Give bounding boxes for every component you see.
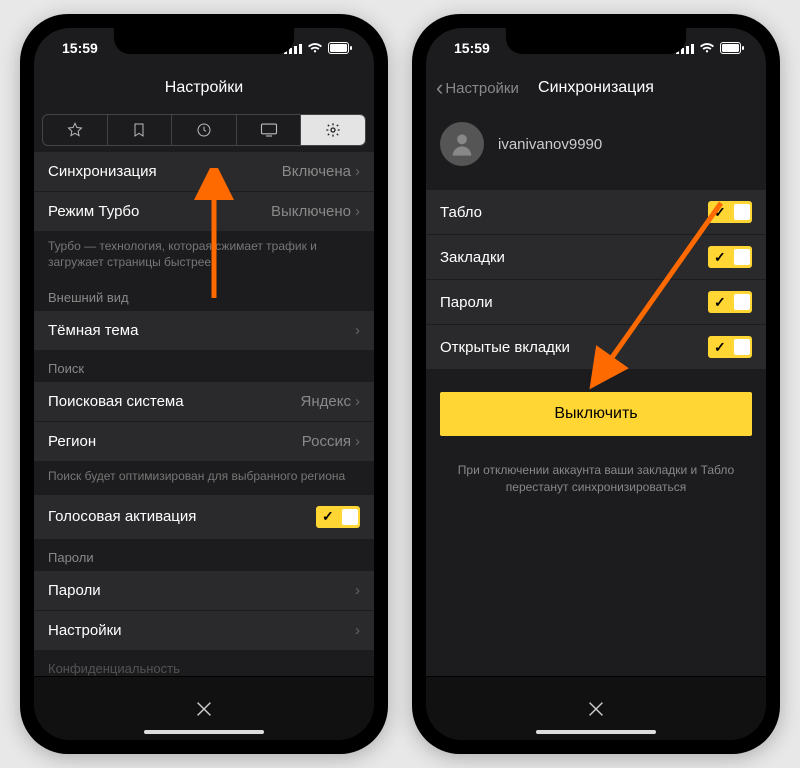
row-dark-theme[interactable]: Тёмная тема › — [34, 311, 374, 351]
row-label: Пароли — [440, 294, 493, 311]
close-icon[interactable] — [585, 698, 607, 720]
voice-toggle[interactable]: ✓ — [316, 506, 360, 528]
row-value: Включена — [282, 163, 351, 180]
row-label: Синхронизация — [48, 163, 157, 180]
chevron-right-icon: › — [355, 322, 360, 339]
row-voice-activation[interactable]: Голосовая активация ✓ — [34, 495, 374, 540]
toggle-bookmarks[interactable]: ✓ — [708, 246, 752, 268]
account-row[interactable]: ivanivanov9990 — [426, 108, 766, 184]
row-label: Регион — [48, 433, 96, 450]
username: ivanivanov9990 — [498, 136, 602, 153]
check-icon: ✓ — [714, 249, 726, 266]
row-label: Табло — [440, 204, 482, 221]
row-tablo[interactable]: Табло ✓ — [426, 190, 766, 235]
chevron-left-icon: ‹ — [436, 75, 443, 101]
row-region[interactable]: Регион Россия› — [34, 422, 374, 462]
bookmark-icon — [131, 122, 147, 138]
row-bookmarks[interactable]: Закладки ✓ — [426, 235, 766, 280]
check-icon: ✓ — [714, 294, 726, 311]
row-settings[interactable]: Настройки › — [34, 611, 374, 651]
navbar: Настройки — [34, 68, 374, 108]
battery-icon — [328, 42, 352, 54]
region-note: Поиск будет оптимизирован для выбранного… — [34, 462, 374, 494]
star-icon — [67, 122, 83, 138]
monitor-icon — [260, 122, 278, 138]
back-label: Настройки — [445, 80, 519, 97]
toggle-open-tabs[interactable]: ✓ — [708, 336, 752, 358]
segmented-control — [42, 114, 366, 146]
check-icon: ✓ — [322, 508, 334, 525]
wifi-icon — [699, 42, 715, 54]
check-icon: ✓ — [714, 204, 726, 221]
section-appearance: Внешний вид — [34, 280, 374, 311]
row-label: Пароли — [48, 582, 101, 599]
section-passwords: Пароли — [34, 540, 374, 571]
chevron-right-icon: › — [355, 622, 360, 639]
row-open-tabs[interactable]: Открытые вкладки ✓ — [426, 325, 766, 370]
row-sync[interactable]: Синхронизация Включена› — [34, 152, 374, 192]
row-label: Режим Турбо — [48, 203, 139, 220]
close-icon[interactable] — [193, 698, 215, 720]
row-passwords[interactable]: Пароли ✓ — [426, 280, 766, 325]
section-search: Поиск — [34, 351, 374, 382]
chevron-right-icon: › — [355, 582, 360, 599]
row-search-engine[interactable]: Поисковая система Яндекс› — [34, 382, 374, 422]
row-value: Россия — [302, 433, 351, 450]
back-button[interactable]: ‹ Настройки — [436, 75, 519, 101]
check-icon: ✓ — [714, 339, 726, 356]
home-indicator — [144, 730, 264, 734]
avatar — [440, 122, 484, 166]
gear-icon — [325, 122, 341, 138]
row-label: Закладки — [440, 249, 505, 266]
row-passwords[interactable]: Пароли › — [34, 571, 374, 611]
toggle-passwords[interactable]: ✓ — [708, 291, 752, 313]
row-turbo[interactable]: Режим Турбо Выключено› — [34, 192, 374, 232]
toggle-tablo[interactable]: ✓ — [708, 201, 752, 223]
tab-settings[interactable] — [301, 115, 365, 145]
row-label: Открытые вкладки — [440, 339, 570, 356]
turbo-note: Турбо — технология, которая сжимает траф… — [34, 232, 374, 280]
disable-button[interactable]: Выключить — [440, 392, 752, 436]
row-label: Настройки — [48, 622, 122, 639]
row-label: Поисковая система — [48, 393, 184, 410]
notch — [114, 28, 294, 54]
page-title: Синхронизация — [538, 79, 654, 97]
home-indicator — [536, 730, 656, 734]
row-value: Яндекс — [301, 393, 351, 410]
chevron-right-icon: › — [355, 393, 360, 410]
phone-left: 15:59 Настройки Синхронизация Включена› … — [20, 14, 388, 754]
tab-bookmarks[interactable] — [108, 115, 173, 145]
page-title: Настройки — [165, 79, 243, 97]
clock-icon — [196, 122, 212, 138]
tab-favorites[interactable] — [43, 115, 108, 145]
navbar: ‹ Настройки Синхронизация — [426, 68, 766, 108]
tab-devices[interactable] — [237, 115, 302, 145]
chevron-right-icon: › — [355, 163, 360, 180]
phone-right: 15:59 ‹ Настройки Синхронизация ivanivan… — [412, 14, 780, 754]
row-value: Выключено — [271, 203, 351, 220]
chevron-right-icon: › — [355, 433, 360, 450]
person-icon — [448, 130, 476, 158]
button-label: Выключить — [554, 405, 637, 423]
chevron-right-icon: › — [355, 203, 360, 220]
status-time: 15:59 — [454, 40, 490, 56]
row-label: Голосовая активация — [48, 508, 196, 525]
bottom-bar — [426, 676, 766, 740]
row-label: Тёмная тема — [48, 322, 138, 339]
battery-icon — [720, 42, 744, 54]
notch — [506, 28, 686, 54]
tab-history[interactable] — [172, 115, 237, 145]
status-time: 15:59 — [62, 40, 98, 56]
wifi-icon — [307, 42, 323, 54]
bottom-bar — [34, 676, 374, 740]
footnote: При отключении аккаунта ваши закладки и … — [426, 458, 766, 500]
